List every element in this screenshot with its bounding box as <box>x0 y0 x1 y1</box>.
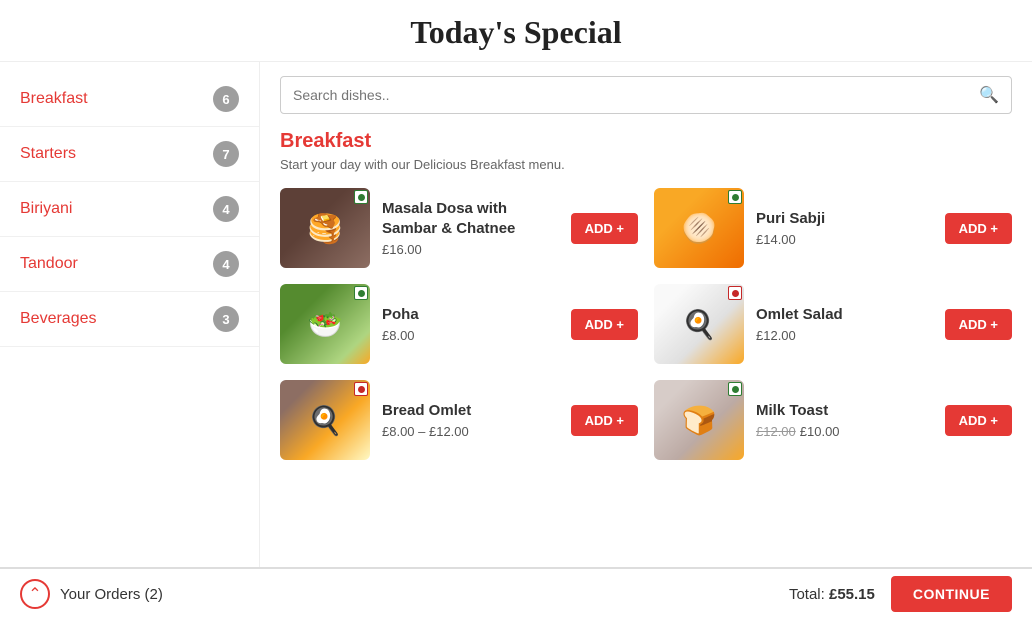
item-image: 🥗 <box>280 284 370 364</box>
menu-items-grid: 🥞 Masala Dosa with Sambar & Chatnee £16.… <box>280 188 1012 460</box>
menu-item-milk-toast: 🍞 Milk Toast £12.00 £10.00 ADD + <box>654 380 1012 460</box>
veg-badge <box>728 286 742 300</box>
menu-item-poha: 🥗 Poha £8.00 ADD + <box>280 284 638 364</box>
item-price-container: £8.00 – £12.00 <box>382 424 559 439</box>
sidebar-item-badge: 4 <box>213 251 239 277</box>
total-amount: £55.15 <box>829 586 875 603</box>
item-name: Bread Omlet <box>382 401 559 421</box>
footer-right: Total: £55.15 CONTINUE <box>789 576 1012 612</box>
total-label: Total: <box>789 586 825 603</box>
veg-badge <box>354 382 368 396</box>
section-title: Breakfast <box>280 130 1012 153</box>
sidebar-item-label: Beverages <box>20 310 97 328</box>
sidebar-item-badge: 3 <box>213 306 239 332</box>
sidebar-item-beverages[interactable]: Beverages 3 <box>0 292 259 347</box>
item-price: £14.00 <box>756 232 796 247</box>
sidebar-item-badge: 4 <box>213 196 239 222</box>
orders-toggle-icon[interactable]: ⌃ <box>20 579 50 609</box>
item-image: 🫓 <box>654 188 744 268</box>
content-area: 🔍 Breakfast Start your day with our Deli… <box>260 62 1032 567</box>
search-bar: 🔍 <box>280 76 1012 114</box>
continue-button[interactable]: CONTINUE <box>891 576 1012 612</box>
item-price: £8.00 – £12.00 <box>382 424 469 439</box>
veg-badge <box>728 190 742 204</box>
sidebar-item-label: Breakfast <box>20 90 88 108</box>
sidebar-item-starters[interactable]: Starters 7 <box>0 127 259 182</box>
item-name: Milk Toast <box>756 401 933 421</box>
item-name: Masala Dosa with Sambar & Chatnee <box>382 199 559 238</box>
item-info: Milk Toast £12.00 £10.00 <box>756 401 933 440</box>
item-name: Puri Sabji <box>756 209 933 229</box>
item-image: 🍳 <box>654 284 744 364</box>
item-price-container: £12.00 £10.00 <box>756 424 933 439</box>
menu-item-puri-sabji: 🫓 Puri Sabji £14.00 ADD + <box>654 188 1012 268</box>
item-price: £16.00 <box>382 242 422 257</box>
page-header: Today's Special <box>0 0 1032 62</box>
item-name: Omlet Salad <box>756 305 933 325</box>
item-info: Poha £8.00 <box>382 305 559 344</box>
item-price-discounted: £10.00 <box>800 424 840 439</box>
veg-badge <box>728 382 742 396</box>
item-price-container: £8.00 <box>382 328 559 343</box>
menu-item-omlet-salad: 🍳 Omlet Salad £12.00 ADD + <box>654 284 1012 364</box>
item-price-original: £12.00 <box>756 424 796 439</box>
sidebar-item-badge: 7 <box>213 141 239 167</box>
sidebar-item-breakfast[interactable]: Breakfast 6 <box>0 72 259 127</box>
add-button-masala-dosa[interactable]: ADD + <box>571 213 638 244</box>
sidebar-item-tandoor[interactable]: Tandoor 4 <box>0 237 259 292</box>
item-image: 🍞 <box>654 380 744 460</box>
sidebar-item-label: Tandoor <box>20 255 78 273</box>
item-price-container: £14.00 <box>756 232 933 247</box>
orders-label: Your Orders (2) <box>60 586 163 603</box>
veg-badge <box>354 286 368 300</box>
footer: ⌃ Your Orders (2) Total: £55.15 CONTINUE <box>0 567 1032 619</box>
item-name: Poha <box>382 305 559 325</box>
footer-total: Total: £55.15 <box>789 586 875 603</box>
search-input[interactable] <box>293 87 979 103</box>
item-image: 🥞 <box>280 188 370 268</box>
item-image: 🍳 <box>280 380 370 460</box>
menu-item-bread-omlet: 🍳 Bread Omlet £8.00 – £12.00 ADD + <box>280 380 638 460</box>
item-price: £12.00 <box>756 328 796 343</box>
veg-badge <box>354 190 368 204</box>
sidebar-item-biriyani[interactable]: Biriyani 4 <box>0 182 259 237</box>
sidebar: Breakfast 6 Starters 7 Biriyani 4 Tandoo… <box>0 62 260 567</box>
add-button-omlet-salad[interactable]: ADD + <box>945 309 1012 340</box>
add-button-milk-toast[interactable]: ADD + <box>945 405 1012 436</box>
item-price: £8.00 <box>382 328 415 343</box>
page-title: Today's Special <box>0 14 1032 51</box>
item-info: Masala Dosa with Sambar & Chatnee £16.00 <box>382 199 559 257</box>
item-info: Omlet Salad £12.00 <box>756 305 933 344</box>
search-icon: 🔍 <box>979 85 999 105</box>
add-button-bread-omlet[interactable]: ADD + <box>571 405 638 436</box>
add-button-puri-sabji[interactable]: ADD + <box>945 213 1012 244</box>
menu-item-masala-dosa: 🥞 Masala Dosa with Sambar & Chatnee £16.… <box>280 188 638 268</box>
sidebar-item-badge: 6 <box>213 86 239 112</box>
section-subtitle: Start your day with our Delicious Breakf… <box>280 157 1012 172</box>
section-heading: Breakfast Start your day with our Delici… <box>280 130 1012 172</box>
footer-left: ⌃ Your Orders (2) <box>20 579 163 609</box>
add-button-poha[interactable]: ADD + <box>571 309 638 340</box>
sidebar-item-label: Biriyani <box>20 200 72 218</box>
item-info: Puri Sabji £14.00 <box>756 209 933 248</box>
item-info: Bread Omlet £8.00 – £12.00 <box>382 401 559 440</box>
item-price-container: £16.00 <box>382 242 559 257</box>
main-layout: Breakfast 6 Starters 7 Biriyani 4 Tandoo… <box>0 62 1032 567</box>
item-price-container: £12.00 <box>756 328 933 343</box>
sidebar-item-label: Starters <box>20 145 76 163</box>
